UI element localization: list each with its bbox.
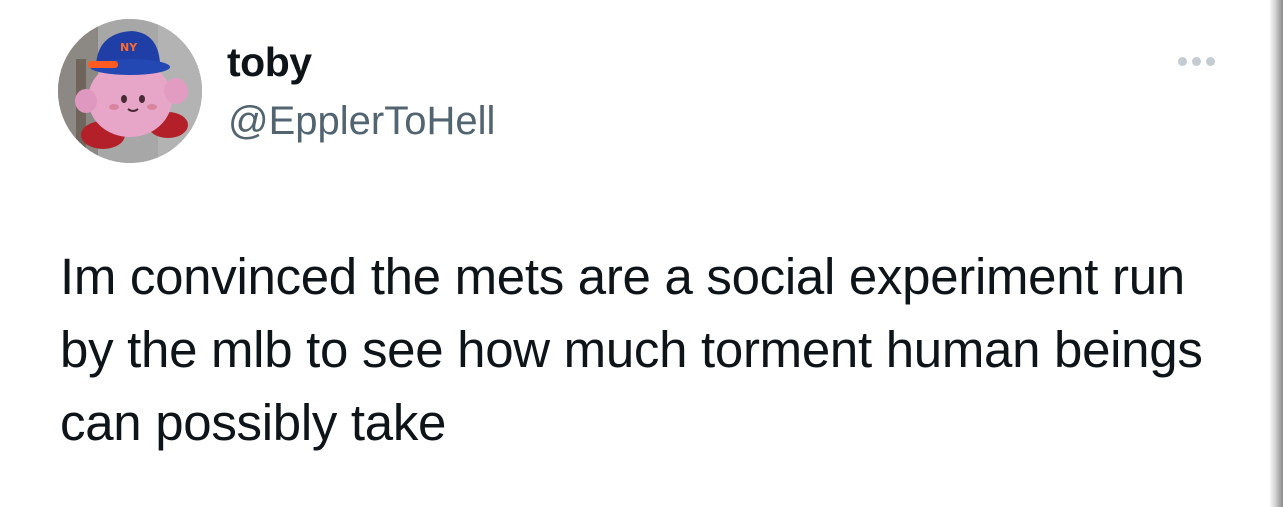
kirby-avatar-image: NY <box>58 19 202 163</box>
author-avatar[interactable]: NY <box>58 19 202 163</box>
author-name[interactable]: toby <box>227 36 312 88</box>
svg-text:NY: NY <box>120 41 138 54</box>
author-handle[interactable]: @EpplerToHell <box>228 96 495 146</box>
tweet-text: Im convinced the mets are a social exper… <box>60 248 1203 451</box>
tweet-card: NY toby @EpplerToHell Im convinced the m… <box>0 0 1283 507</box>
window-edge <box>1269 0 1283 507</box>
more-horizontal-icon <box>1177 56 1215 66</box>
more-options-button[interactable] <box>1166 44 1226 78</box>
